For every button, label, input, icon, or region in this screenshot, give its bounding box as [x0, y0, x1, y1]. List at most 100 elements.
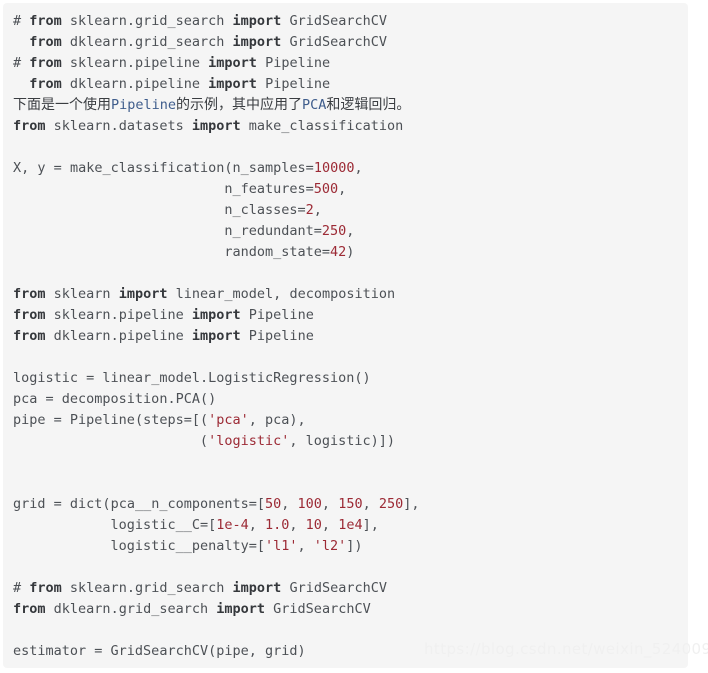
- identifier: sklearn: [69, 13, 127, 29]
- keyword: import: [216, 601, 266, 617]
- code-line: logistic__penalty=['l1', 'l2']): [110, 538, 363, 554]
- keyword: import: [232, 580, 282, 596]
- identifier: n_samples: [232, 160, 306, 176]
- identifier: dklearn: [53, 601, 111, 617]
- identifier: make_classification: [69, 160, 225, 176]
- number-literal: 500: [313, 181, 339, 197]
- identifier: pipe: [13, 412, 46, 428]
- code-line: from dklearn.grid_search import GridSear…: [29, 34, 387, 50]
- identifier: grid: [13, 496, 46, 512]
- keyword: from: [13, 307, 46, 323]
- code-line: ('logistic', logistic)]): [13, 433, 396, 449]
- identifier: pipeline: [134, 55, 200, 71]
- identifier: steps: [143, 412, 184, 428]
- keyword: from: [29, 76, 62, 92]
- identifier: Pipeline: [265, 55, 331, 71]
- keyword: from: [13, 286, 46, 302]
- identifier: Pipeline: [248, 328, 314, 344]
- keyword: import: [191, 118, 241, 134]
- identifier: dklearn: [53, 328, 111, 344]
- code-line: from dklearn.pipeline import Pipeline: [13, 328, 314, 344]
- number-literal: 250: [321, 223, 347, 239]
- code-line: logistic__C=[1e-4, 1.0, 10, 1e4],: [110, 517, 379, 533]
- keyword: from: [29, 13, 62, 29]
- code-line: n_classes=2,: [224, 202, 322, 218]
- identifier: linear_model: [175, 286, 274, 302]
- identifier: grid_search: [134, 580, 225, 596]
- identifier: GridSearchCV: [273, 601, 371, 617]
- number-literal: 10000: [313, 160, 355, 176]
- identifier: dict: [69, 496, 103, 512]
- keyword: import: [191, 328, 241, 344]
- watermark-text: https://blog.csdn.net/weixin_52400971: [424, 640, 708, 658]
- identifier: pipeline: [134, 76, 200, 92]
- identifier: sklearn: [69, 55, 127, 71]
- identifier: Pipeline: [69, 412, 135, 428]
- keyword: import: [191, 307, 241, 323]
- keyword: import: [232, 34, 282, 50]
- code-line: grid = dict(pca__n_components=[50, 100, …: [13, 496, 420, 512]
- keyword: import: [232, 13, 282, 29]
- code-lines-container: # from sklearn.grid_search import GridSe…: [13, 11, 688, 662]
- keyword: from: [29, 580, 62, 596]
- identifier: make_classification: [248, 118, 404, 134]
- page-root: # from sklearn.grid_search import GridSe…: [0, 0, 708, 673]
- identifier: GridSearchCV: [110, 643, 209, 659]
- identifier: y: [37, 160, 46, 176]
- keyword: from: [13, 328, 46, 344]
- number-literal: 1e4: [338, 517, 363, 533]
- code-line: from dklearn.grid_search import GridSear…: [13, 601, 371, 617]
- identifier: dklearn: [69, 76, 127, 92]
- code-line: n_features=500,: [224, 181, 347, 197]
- code-line: # from sklearn.grid_search import GridSe…: [13, 13, 387, 29]
- number-literal: 42: [330, 244, 347, 260]
- number-literal: 10: [305, 517, 322, 533]
- prose-line: 下面是一个使用Pipeline的示例，其中应用了PCA和逻辑回归。: [13, 97, 411, 113]
- number-literal: 150: [338, 496, 363, 512]
- string-literal: 'logistic': [208, 433, 290, 449]
- identifier: logistic: [305, 433, 371, 449]
- code-line: from dklearn.pipeline import Pipeline: [29, 76, 331, 92]
- code-line: logistic = linear_model.LogisticRegressi…: [13, 370, 371, 386]
- identifier: sklearn: [69, 580, 127, 596]
- identifier: logistic__C: [110, 517, 200, 533]
- identifier: sklearn: [53, 307, 111, 323]
- inline-code: PCA: [302, 97, 327, 113]
- number-literal: 250: [378, 496, 404, 512]
- identifier: dklearn: [69, 34, 127, 50]
- number-literal: 2: [305, 202, 314, 218]
- string-literal: 'pca': [208, 412, 249, 428]
- identifier: pipeline: [118, 328, 184, 344]
- identifier: pipeline: [118, 307, 184, 323]
- string-literal: 'l2': [313, 538, 347, 554]
- identifier: datasets: [118, 118, 184, 134]
- identifier: decomposition: [61, 391, 168, 407]
- number-literal: 1e-4: [216, 517, 249, 533]
- identifier: pca: [13, 391, 38, 407]
- identifier: grid_search: [134, 34, 225, 50]
- string-literal: 'l1': [264, 538, 298, 554]
- identifier: logistic: [13, 370, 79, 386]
- keyword: from: [13, 601, 46, 617]
- identifier: sklearn: [53, 118, 111, 134]
- identifier: Pipeline: [248, 307, 314, 323]
- identifier: GridSearchCV: [289, 34, 387, 50]
- identifier: grid_search: [134, 13, 225, 29]
- keyword: import: [208, 55, 257, 71]
- identifier: grid_search: [118, 601, 209, 617]
- identifier: pca: [265, 412, 290, 428]
- keyword: from: [29, 34, 62, 50]
- identifier: GridSearchCV: [289, 13, 387, 29]
- identifier: X: [13, 160, 22, 176]
- keyword: import: [118, 286, 168, 302]
- keyword: from: [13, 118, 46, 134]
- identifier: pca__n_components: [110, 496, 249, 512]
- identifier: PCA: [175, 391, 200, 407]
